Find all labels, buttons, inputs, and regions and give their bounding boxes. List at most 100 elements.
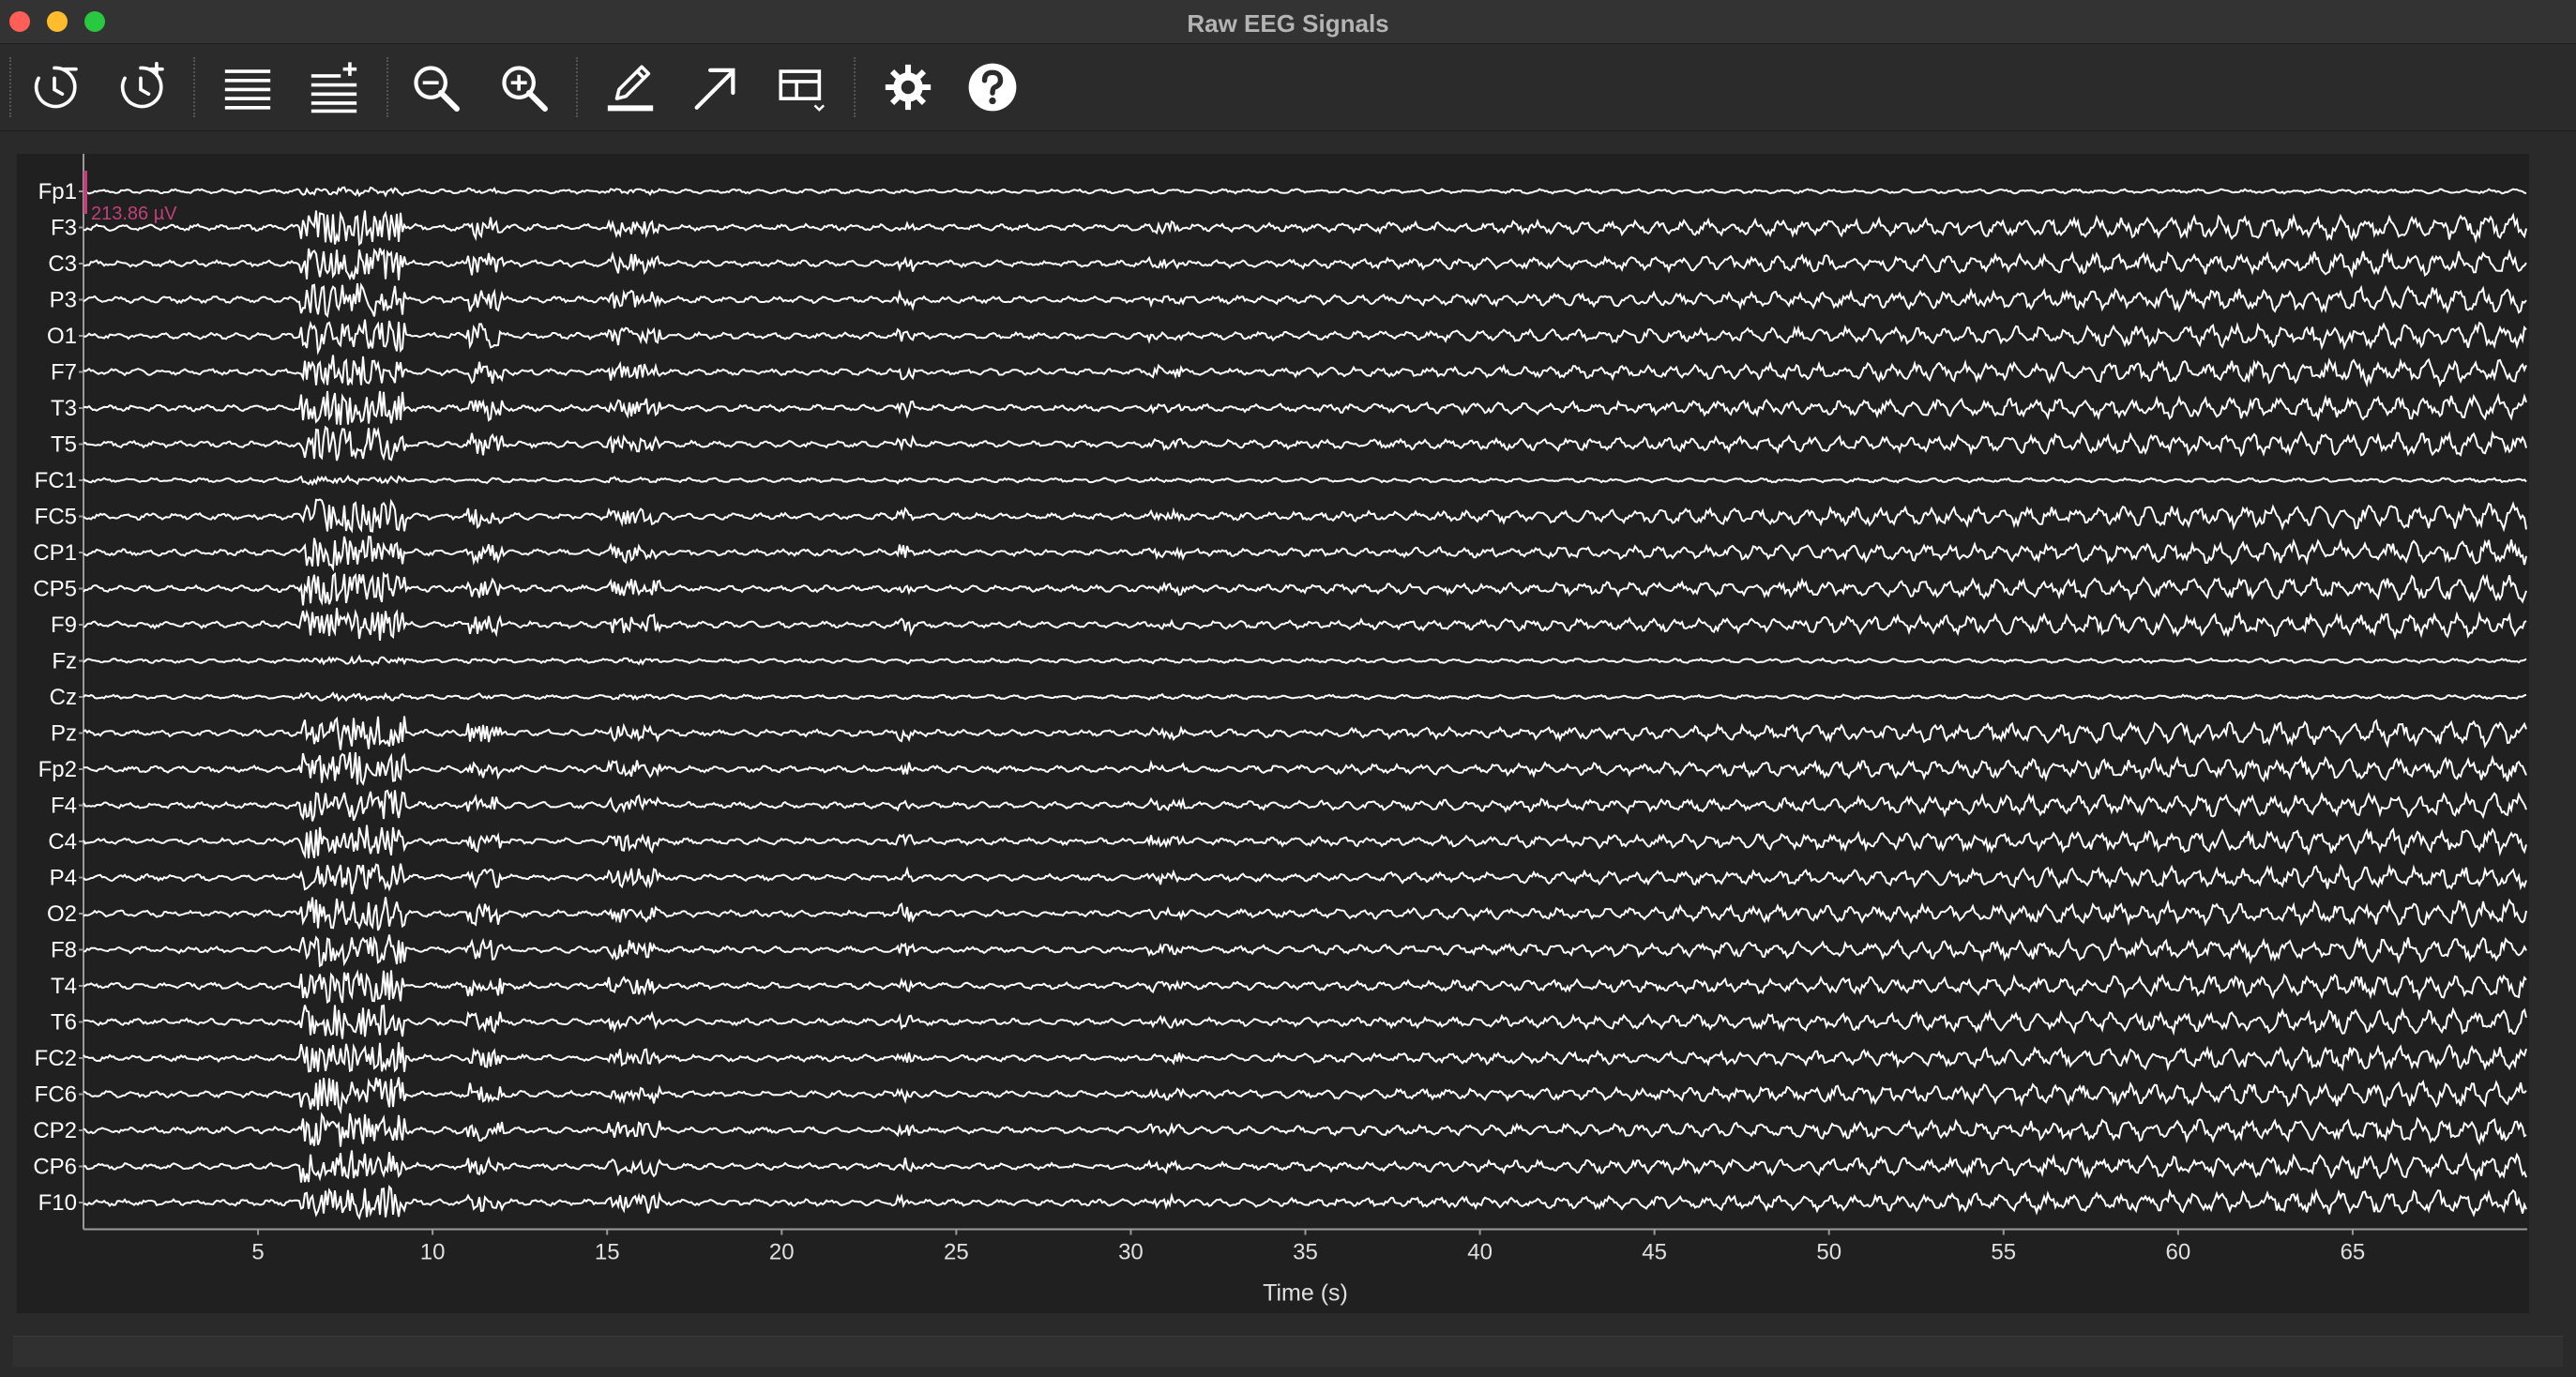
channel-label: T4 — [51, 974, 77, 999]
toolbar-separator — [9, 57, 11, 117]
scalebar-button[interactable] — [685, 57, 745, 117]
eeg-trace-pz — [83, 716, 2527, 750]
channel-label: FC5 — [35, 505, 77, 530]
channel-label: F8 — [51, 938, 77, 963]
eeg-trace-fc5 — [83, 498, 2527, 534]
channel-label: Fp1 — [38, 179, 77, 204]
status-bar — [13, 1336, 2563, 1367]
channel-label: F4 — [51, 794, 77, 819]
toolbar-separator — [193, 57, 195, 117]
x-tick-label: 30 — [1118, 1240, 1144, 1265]
x-tick-label: 5 — [251, 1240, 264, 1265]
eeg-trace-fp2 — [83, 751, 2527, 786]
eeg-trace-f7 — [83, 355, 2527, 388]
eeg-trace-o1 — [83, 319, 2527, 356]
channel-label: FC1 — [35, 468, 77, 493]
channel-label: C3 — [48, 251, 77, 277]
zoom-in-button[interactable] — [493, 57, 553, 117]
gear-icon — [885, 64, 932, 111]
x-tick-label: 45 — [1642, 1240, 1667, 1265]
zoom-out-button[interactable] — [405, 57, 465, 117]
eeg-trace-fz — [83, 654, 2527, 667]
overview-button[interactable] — [771, 57, 831, 117]
channel-label: O2 — [47, 901, 77, 927]
eeg-trace-fp1 — [83, 186, 2527, 198]
channel-label: P3 — [50, 288, 77, 313]
eeg-trace-f10 — [83, 1185, 2527, 1220]
eeg-trace-f3 — [83, 210, 2527, 247]
zoom-out-icon — [414, 66, 460, 112]
eeg-trace-t6 — [83, 1004, 2527, 1039]
annotate-button[interactable] — [600, 57, 660, 117]
channel-label: Cz — [50, 685, 77, 710]
toolbar — [0, 44, 2576, 131]
channel-label: Pz — [51, 721, 77, 747]
settings-button[interactable] — [878, 57, 938, 117]
channel-label: Fz — [52, 649, 77, 674]
x-tick-label: 40 — [1467, 1240, 1493, 1265]
title-bar: Raw EEG Signals — [0, 0, 2576, 44]
decrease-channels-button[interactable] — [218, 57, 278, 117]
channel-label: Fp2 — [38, 757, 77, 782]
channel-label: O1 — [47, 324, 77, 349]
eeg-trace-f8 — [83, 934, 2527, 968]
toolbar-separator — [386, 57, 388, 117]
clock-minus-icon — [34, 66, 78, 109]
list-plus-icon — [311, 62, 357, 113]
help-button[interactable] — [962, 57, 1023, 117]
eeg-trace-fc2 — [83, 1042, 2527, 1073]
eeg-trace-cp1 — [83, 536, 2527, 572]
eeg-trace-f4 — [83, 789, 2527, 822]
eeg-plot[interactable]: Fp1 F3 C3 P3 O1 F7 T3 T5 FC1 FC5 CP1 CP5 F9 Fz Cz Pz Fp2… — [17, 154, 2529, 1313]
channel-label: FC6 — [35, 1082, 77, 1108]
list-minus-icon — [224, 69, 271, 110]
toolbar-separator — [576, 57, 578, 117]
toolbar-separator — [854, 57, 856, 117]
increase-channels-button[interactable] — [304, 57, 364, 117]
x-tick-label: 35 — [1293, 1240, 1318, 1265]
channel-label: T6 — [51, 1010, 77, 1036]
eeg-trace-cz — [83, 691, 2527, 703]
eeg-trace-fc1 — [83, 474, 2527, 487]
zoom-in-icon — [502, 66, 548, 112]
eeg-trace-c3 — [83, 248, 2527, 281]
x-tick-label: 60 — [2166, 1240, 2191, 1265]
channel-label: P4 — [50, 866, 77, 891]
channel-label: CP6 — [33, 1155, 77, 1180]
eeg-trace-cp6 — [83, 1150, 2527, 1183]
grid-layout-icon — [779, 69, 826, 112]
x-tick-label: 50 — [1816, 1240, 1841, 1265]
eeg-trace-o2 — [83, 897, 2527, 931]
eeg-trace-cp2 — [83, 1112, 2527, 1147]
arrow-icon — [694, 68, 735, 110]
eeg-trace-c4 — [83, 825, 2527, 859]
channel-label: F9 — [51, 613, 77, 638]
eeg-trace-t4 — [83, 969, 2527, 1005]
eeg-plot-canvas[interactable]: Fp1 F3 C3 P3 O1 F7 T3 T5 FC1 FC5 CP1 CP5 F9 Fz Cz Pz Fp2… — [17, 154, 2529, 1313]
eeg-trace-p4 — [83, 863, 2527, 895]
channel-label: CP1 — [33, 540, 77, 566]
x-tick-label: 25 — [944, 1240, 969, 1265]
x-tick-label: 55 — [1991, 1240, 2016, 1265]
decrease-time-window-button[interactable] — [24, 57, 84, 117]
channel-label: CP5 — [33, 577, 77, 602]
clock-plus-icon — [120, 61, 164, 109]
x-tick-label: 20 — [769, 1240, 795, 1265]
channel-label: F3 — [51, 216, 77, 241]
pencil-icon — [607, 65, 654, 112]
channel-label: C4 — [48, 829, 77, 855]
eeg-trace-fc6 — [83, 1077, 2527, 1115]
channel-label: F7 — [51, 360, 77, 386]
eeg-trace-t3 — [83, 390, 2527, 426]
eeg-trace-p3 — [83, 281, 2527, 318]
window-title: Raw EEG Signals — [1187, 9, 1389, 38]
eeg-trace-t5 — [83, 425, 2527, 462]
increase-time-window-button[interactable] — [111, 57, 171, 117]
channel-label: CP2 — [33, 1118, 77, 1143]
x-tick-label: 65 — [2341, 1240, 2366, 1265]
x-tick-label: 10 — [420, 1240, 446, 1265]
eeg-trace-cp5 — [83, 571, 2527, 607]
channel-label: T5 — [51, 432, 77, 458]
scalebar-label: 213.86 µV — [91, 204, 177, 224]
channel-label: T3 — [51, 396, 77, 421]
